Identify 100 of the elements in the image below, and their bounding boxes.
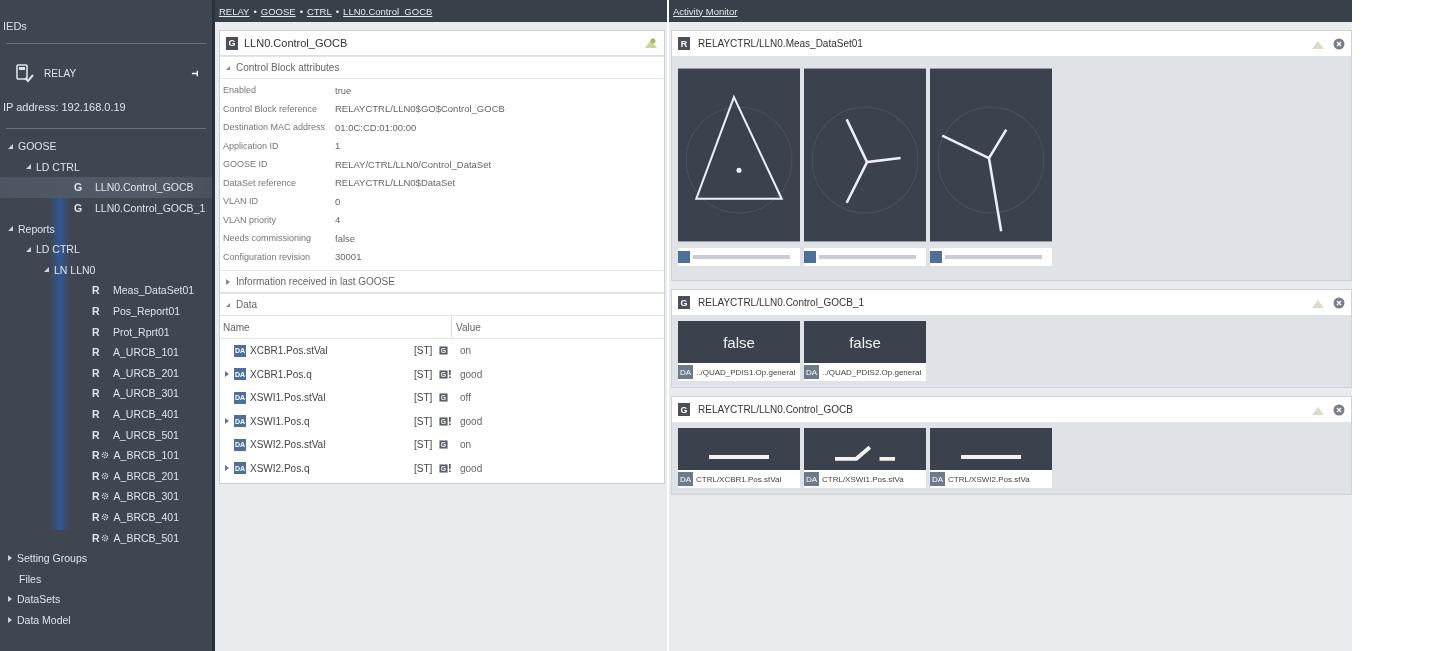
section-header[interactable]: Control Block attributes xyxy=(220,56,664,79)
close-icon[interactable] xyxy=(1333,296,1345,309)
attribute-value: RELAYCTRL/LLN0$GO$Control_GOCB xyxy=(335,103,505,115)
attribute-name: Enabled xyxy=(222,85,258,96)
attribute-value: true xyxy=(335,84,352,96)
tree-item[interactable]: R A_URCB_301 xyxy=(0,383,212,404)
tree-item[interactable]: DataSets xyxy=(0,589,212,610)
attribute-value: RELAYCTRL/LLN0$DataSet xyxy=(335,177,456,189)
tree-item[interactable]: R A_URCB_401 xyxy=(0,403,212,425)
attribute-badge: DA xyxy=(804,365,819,379)
attribute-badge: DA xyxy=(678,472,693,486)
attribute-name: Destination MAC address xyxy=(222,122,327,133)
table-cell: off xyxy=(460,392,471,404)
attribute-badge-icon xyxy=(678,251,690,263)
tree-item[interactable]: R A_BRCB_501 xyxy=(0,527,212,548)
tile-caption: CTRL/XSWI2.Pos.stVa xyxy=(948,474,1030,484)
tree-item[interactable]: Data Model xyxy=(0,609,212,631)
breadcrumb-link[interactable]: RELAY xyxy=(219,5,250,17)
expanded-arrow-icon[interactable] xyxy=(44,267,49,273)
tree-item[interactable]: R A_BRCB_201 xyxy=(0,465,212,487)
attribute-value: 30001 xyxy=(335,251,362,263)
card-title: RELAYCTRL/LLN0.Meas_DataSet01 xyxy=(698,38,864,49)
expanded-arrow-icon[interactable] xyxy=(26,246,31,252)
tree-item[interactable]: LD CTRL xyxy=(0,156,212,178)
expanded-arrow-icon[interactable] xyxy=(26,164,31,170)
tile-caption: CTRL/XSWI1.Pos.stVa xyxy=(822,474,904,484)
tree-item[interactable]: GOOSE xyxy=(0,136,212,157)
attribute-name: VLAN priority xyxy=(222,214,277,225)
tree-item[interactable]: G LLN0.Control_GOCB_1 xyxy=(0,197,212,219)
gear-icon xyxy=(100,492,109,501)
column-header[interactable]: Value xyxy=(452,321,481,333)
tree-item[interactable]: R A_URCB_501 xyxy=(0,424,212,445)
tree-item[interactable]: Files xyxy=(0,568,212,590)
tree-item[interactable]: Setting Groups xyxy=(0,547,212,569)
attribute-value: RELAY/CTRL/LLN0/Control_DataSet xyxy=(335,158,492,170)
table-cell-text: [ST] xyxy=(414,462,434,474)
breadcrumb-link[interactable]: CTRL xyxy=(306,5,332,17)
tree-item[interactable]: R A_BRCB_401 xyxy=(0,506,212,528)
table-cell-text: XSWI1.Pos.q xyxy=(250,415,311,427)
warning-mark: ! xyxy=(448,415,452,428)
close-icon[interactable] xyxy=(1333,37,1345,50)
table-cell: good xyxy=(460,462,483,474)
badge-icon: G xyxy=(678,296,690,309)
attribute-value: 1 xyxy=(335,140,341,152)
attribute-name: GOOSE ID xyxy=(222,159,269,170)
collapsed-arrow-icon[interactable] xyxy=(225,418,229,425)
card-title: RELAYCTRL/LLN0.Control_GOCB_1 xyxy=(698,297,865,308)
pin-icon[interactable] xyxy=(191,68,200,78)
table-cell-text: [ST] xyxy=(414,368,434,380)
table-cell: good xyxy=(460,368,483,380)
device-icon xyxy=(14,63,34,83)
table-cell-text: [ST] xyxy=(414,439,434,451)
close-icon[interactable] xyxy=(1333,403,1345,416)
tree-item[interactable]: R A_URCB_201 xyxy=(0,362,212,384)
breadcrumb-separator: • xyxy=(335,5,340,17)
tree-item[interactable]: LN LLN0 xyxy=(0,259,212,281)
section-header[interactable]: Information received in last GOOSE xyxy=(220,270,664,293)
tree-item[interactable]: R Meas_DataSet01 xyxy=(0,280,212,301)
section-header[interactable]: Data xyxy=(220,293,664,316)
card-title: RELAYCTRL/LLN0.Control_GOCB xyxy=(698,404,854,415)
table-cell-text: XSWI2.Pos.stVal xyxy=(250,439,327,451)
warning-mark: ! xyxy=(448,368,452,381)
collapsed-arrow-icon[interactable] xyxy=(225,371,229,378)
tile-caption: ../QUAD_PDIS1.Op.general xyxy=(696,367,796,377)
tile-caption: CTRL/XCBR1.Pos.stVal xyxy=(696,474,782,484)
tree-item[interactable]: R Prot_Rprt01 xyxy=(0,321,212,342)
device-name[interactable]: RELAY xyxy=(44,67,181,79)
attribute-name: Application ID xyxy=(222,140,280,151)
table-cell-text: XCBR1.Pos.q xyxy=(250,368,313,380)
attribute-name: VLAN ID xyxy=(222,196,259,207)
tile-caption: ../QUAD_PDIS2.Op.general xyxy=(822,367,922,377)
attribute-badge-icon xyxy=(930,251,942,263)
attribute-badge: DA xyxy=(678,365,693,379)
tree-item[interactable]: Reports xyxy=(0,218,212,239)
panel-title: Activity Monitor xyxy=(673,5,738,17)
expanded-arrow-icon[interactable] xyxy=(8,226,13,232)
badge-icon: R xyxy=(678,37,690,50)
table-cell: on xyxy=(460,439,472,451)
tree-item[interactable]: R A_URCB_101 xyxy=(0,341,212,363)
gear-icon xyxy=(100,533,109,542)
attribute-value: 0 xyxy=(335,195,341,207)
attribute-name: Configuration revision xyxy=(222,251,312,262)
tree-item[interactable]: G LLN0.Control_GOCB xyxy=(0,177,212,198)
breadcrumb-link[interactable]: LLN0.Control_GOCB xyxy=(343,5,433,17)
tree-item[interactable]: R A_BRCB_101 xyxy=(0,444,212,466)
table-cell: good xyxy=(460,415,483,427)
collapsed-arrow-icon[interactable] xyxy=(225,465,229,472)
column-header[interactable]: Name xyxy=(220,316,452,338)
breadcrumb-separator: • xyxy=(253,5,257,17)
table-cell-text: [ST] xyxy=(414,415,434,427)
attribute-name: Needs commissioning xyxy=(222,233,313,244)
ip-address: IP address: 192.168.0.19 xyxy=(2,100,127,115)
tree-item[interactable]: R A_BRCB_301 xyxy=(0,486,212,507)
attribute-value: false xyxy=(335,232,356,244)
expanded-arrow-icon[interactable] xyxy=(8,143,13,149)
tree-item[interactable]: R Pos_Report01 xyxy=(0,300,212,322)
attribute-badge: DA xyxy=(804,472,819,486)
tree-item[interactable]: LD CTRL xyxy=(0,238,212,260)
breadcrumb-link[interactable]: GOOSE xyxy=(260,5,296,17)
breadcrumb-separator: • xyxy=(299,5,303,17)
